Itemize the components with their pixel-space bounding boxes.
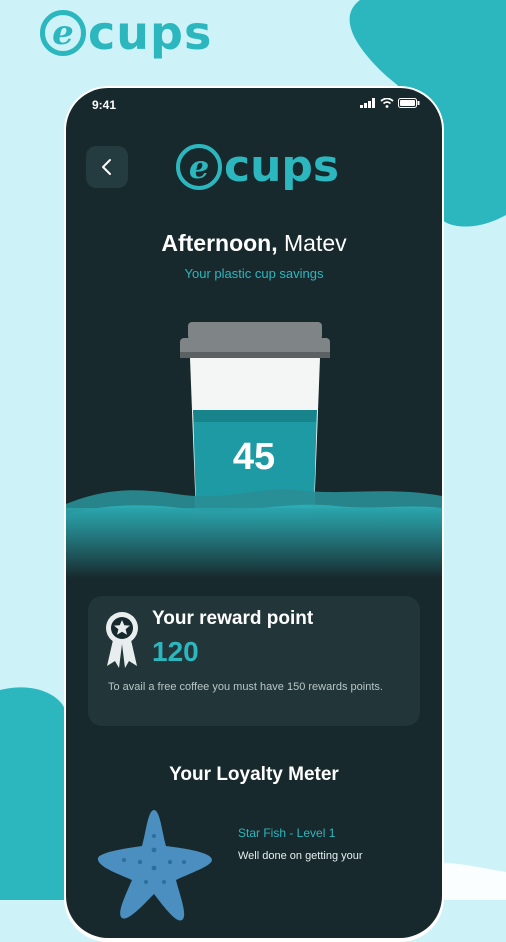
reward-points-value: 120 bbox=[152, 636, 199, 667]
status-bar: 9:41 bbox=[66, 88, 442, 118]
brand-logo: e cups bbox=[40, 10, 212, 56]
greeting-time-of-day: Afternoon, bbox=[161, 230, 278, 256]
loyalty-level-label: Star Fish - Level 1 bbox=[238, 826, 336, 840]
app-logo-word: cups bbox=[224, 141, 340, 192]
status-time: 9:41 bbox=[92, 98, 117, 112]
status-icons bbox=[360, 98, 420, 108]
signal-icon bbox=[360, 98, 375, 108]
back-button[interactable] bbox=[86, 146, 128, 188]
reward-note: To avail a free coffee you must have 150… bbox=[108, 681, 383, 693]
reward-card: Your reward point 120 To avail a free co… bbox=[88, 596, 420, 726]
loyalty-level-note: Well done on getting your bbox=[238, 850, 363, 862]
subtitle: Your plastic cup savings bbox=[184, 266, 324, 281]
wifi-icon bbox=[380, 98, 394, 108]
award-ribbon-icon bbox=[106, 612, 138, 668]
chevron-left-icon bbox=[102, 159, 111, 175]
battery-icon bbox=[398, 98, 420, 108]
cup-savings-count: 45 bbox=[232, 436, 276, 478]
brand-logo-word: cups bbox=[88, 6, 213, 60]
brand-logo-mark: e bbox=[40, 10, 86, 56]
greeting: Afternoon, Matev bbox=[66, 230, 442, 257]
app-logo-mark: e bbox=[176, 144, 222, 190]
greeting-name: Matev bbox=[277, 230, 347, 256]
app-logo: e cups bbox=[176, 144, 339, 190]
loyalty-meter-title: Your Loyalty Meter bbox=[169, 764, 339, 785]
reward-title: Your reward point bbox=[152, 608, 314, 629]
cup-illustration: 45 bbox=[66, 318, 442, 578]
app-screen: 9:41 e cups Afternoon, Matev Your plasti… bbox=[66, 88, 442, 938]
starfish-icon bbox=[97, 810, 212, 921]
